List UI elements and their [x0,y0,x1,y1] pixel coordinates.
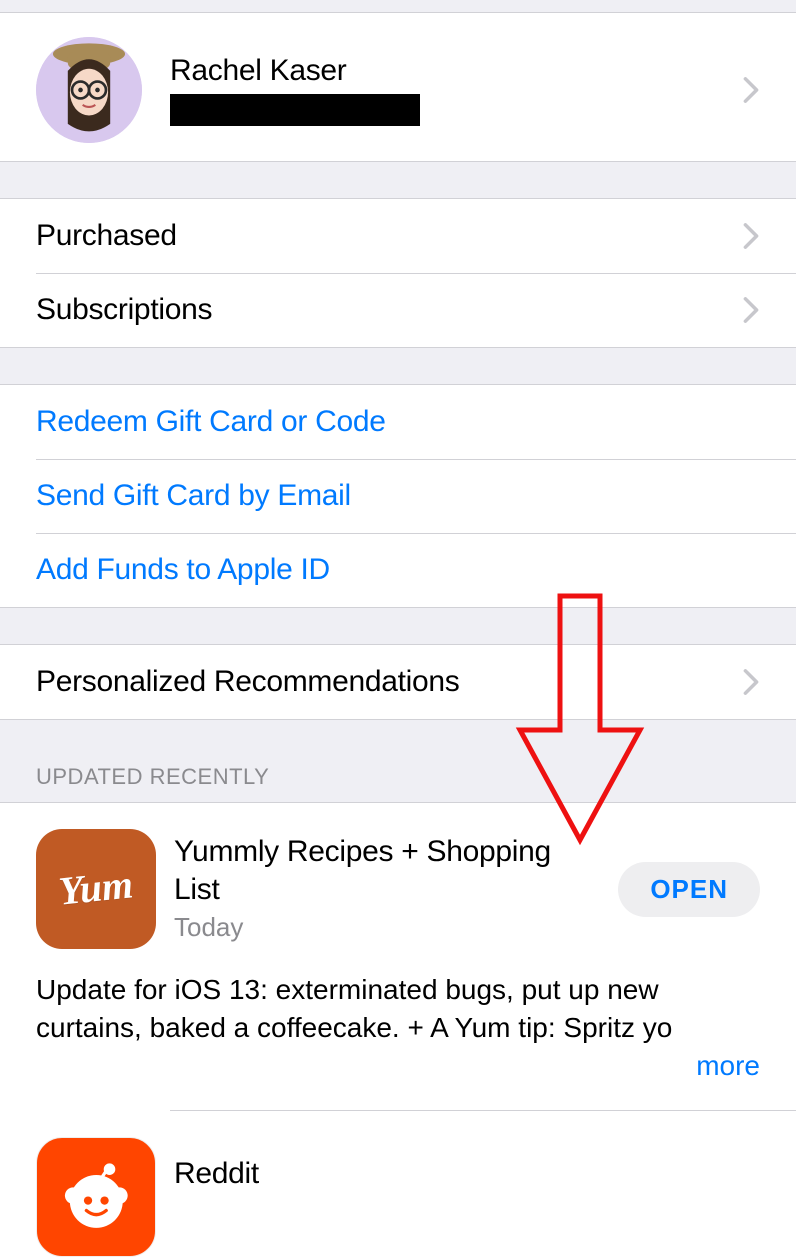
chevron-right-icon [742,668,760,696]
app-title: Yummly Recipes + Shopping List [174,833,600,908]
more-link[interactable]: more [686,1047,760,1085]
updated-recently-header: Updated Recently [0,720,796,802]
redeem-gift-card-row[interactable]: Redeem Gift Card or Code [0,385,796,459]
app-description: Update for iOS 13: exterminated bugs, pu… [36,971,760,1047]
chevron-right-icon [742,296,760,324]
redacted-email [170,94,420,126]
profile-name: Rachel Kaser [170,54,420,88]
chevron-right-icon [742,222,760,250]
app-description-row: Update for iOS 13: exterminated bugs, pu… [0,949,796,1110]
row-label: Purchased [36,219,177,253]
personalized-recommendations-row[interactable]: Personalized Recommendations [0,645,796,719]
app-row-yummly[interactable]: Yum Yummly Recipes + Shopping List Today… [0,803,796,949]
purchased-row[interactable]: Purchased [0,199,796,273]
app-title: Reddit [174,1155,760,1193]
app-row-reddit[interactable]: Reddit [0,1111,796,1257]
row-label: Subscriptions [36,293,212,327]
subscriptions-row[interactable]: Subscriptions [0,273,796,347]
send-gift-card-row[interactable]: Send Gift Card by Email [0,459,796,533]
avatar [36,37,142,143]
profile-row[interactable]: Rachel Kaser [0,13,796,161]
row-label: Personalized Recommendations [36,665,460,699]
row-label: Redeem Gift Card or Code [36,405,386,439]
row-label: Send Gift Card by Email [36,479,351,513]
app-date: Today [174,912,600,943]
add-funds-row[interactable]: Add Funds to Apple ID [0,533,796,607]
row-label: Add Funds to Apple ID [36,553,330,587]
app-icon-yummly: Yum [36,829,156,949]
open-button[interactable]: OPEN [618,862,760,917]
chevron-right-icon [742,76,760,104]
app-icon-reddit [36,1137,156,1257]
